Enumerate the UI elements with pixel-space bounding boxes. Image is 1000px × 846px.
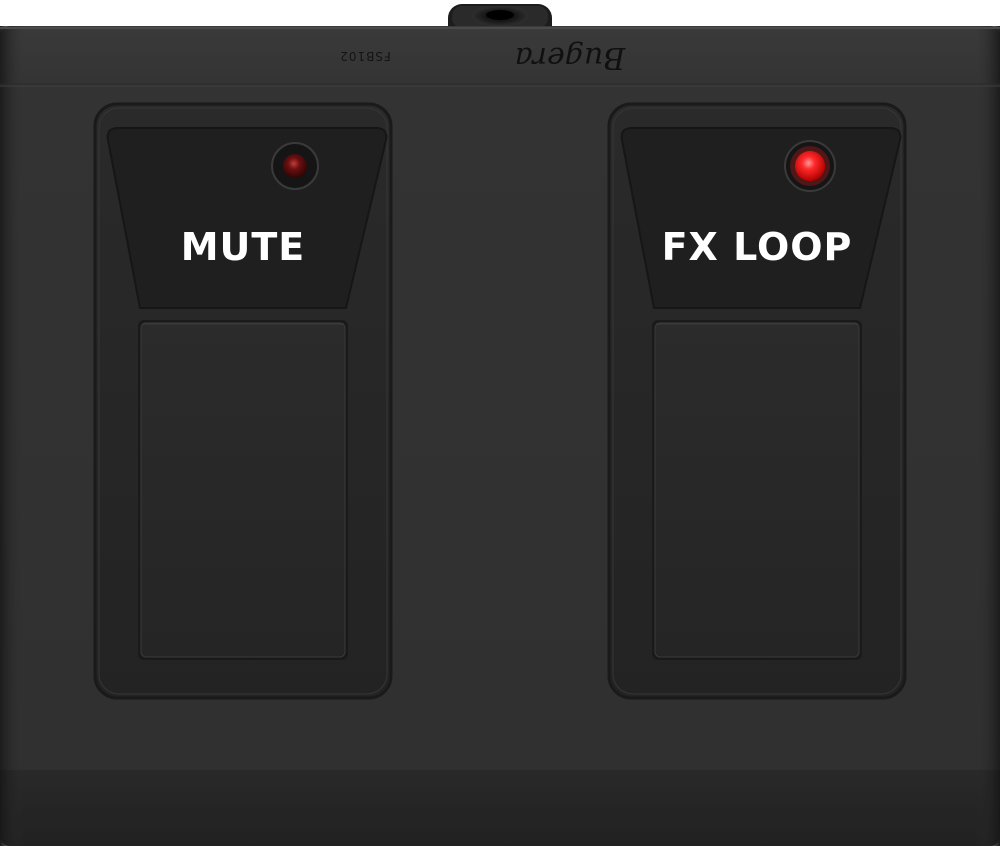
status-led-mute	[283, 154, 307, 178]
label-plate	[106, 127, 388, 309]
status-led-fx-loop	[795, 151, 825, 181]
switch-mute[interactable]: MUTE	[93, 102, 393, 700]
bottom-shadow	[0, 770, 1000, 846]
switch-label-mute: MUTE	[181, 225, 306, 269]
switch-label-fx-loop: FX LOOP	[662, 225, 853, 269]
pedal-button-mute[interactable]	[140, 322, 346, 658]
brand-logo: Bugera	[515, 40, 627, 75]
model-number: FSB102	[339, 49, 390, 63]
pedal-button-fx-loop[interactable]	[654, 322, 860, 658]
label-plate	[620, 127, 902, 309]
switch-fx-loop[interactable]: FX LOOP	[607, 102, 907, 700]
footswitch-photo: Bugera FSB102 MUTE FX LOOP	[0, 0, 1000, 846]
footswitch-illustration: Bugera FSB102 MUTE FX LOOP	[0, 4, 1000, 846]
